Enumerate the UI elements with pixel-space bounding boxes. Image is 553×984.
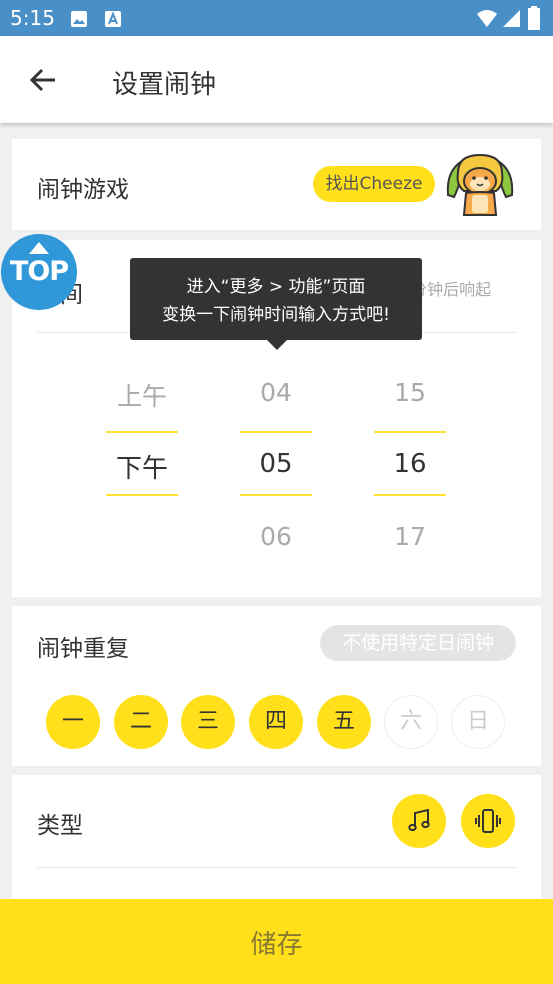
save-label: 储存 — [250, 930, 303, 960]
picker-line — [374, 431, 446, 433]
day-toggle-tue[interactable]: 二 — [114, 695, 168, 749]
day-toggle-sat[interactable]: 六 — [384, 695, 438, 749]
app-bar: 设置闹钟 — [0, 36, 553, 123]
back-arrow-icon[interactable] — [28, 65, 58, 95]
picker-hour-next[interactable]: 06 — [240, 522, 312, 551]
picker-minute-selected[interactable]: 16 — [374, 449, 446, 479]
vibrate-type-button[interactable] — [461, 794, 515, 848]
scroll-top-button[interactable]: TOP — [1, 234, 77, 310]
text-icon — [105, 11, 121, 27]
tooltip-line-1: 进入“更多 > 功能”页面 — [186, 277, 366, 297]
picker-minute-prev[interactable]: 15 — [374, 378, 446, 407]
signal-icon — [503, 10, 520, 27]
image-icon — [71, 11, 87, 27]
picker-line — [106, 431, 178, 433]
find-cheeze-button[interactable]: 找出Cheeze — [313, 166, 435, 202]
save-button[interactable]: 储存 — [0, 899, 553, 984]
cheeze-mascot-icon — [446, 153, 514, 216]
day-toggle-thu[interactable]: 四 — [249, 695, 303, 749]
no-specific-day-button[interactable]: 不使用特定日闹钟 — [320, 625, 516, 661]
day-toggle-sun[interactable]: 日 — [451, 695, 505, 749]
type-label: 类型 — [37, 813, 83, 839]
picker-am[interactable]: 上午 — [106, 377, 178, 413]
page-title: 设置闹钟 — [112, 70, 217, 100]
day-toggle-fri[interactable]: 五 — [317, 695, 371, 749]
sound-type-button[interactable] — [392, 794, 446, 848]
picker-line — [106, 494, 178, 496]
type-card: 类型 — [12, 775, 541, 905]
status-time: 5:15 — [10, 6, 55, 30]
repeat-card: 闹钟重复 不使用特定日闹钟 一 二 三 四 五 六 日 — [12, 606, 541, 766]
top-badge-label: TOP — [9, 256, 69, 287]
alarm-game-card[interactable]: 闹钟游戏 找出Cheeze — [12, 139, 541, 230]
alarm-game-label: 闹钟游戏 — [37, 177, 129, 203]
wifi-icon — [477, 10, 497, 27]
picker-line — [374, 494, 446, 496]
picker-line — [240, 431, 312, 433]
arrow-up-icon — [29, 242, 49, 254]
tooltip-line-2: 变换一下闹钟时间输入方式吧! — [162, 305, 390, 325]
picker-line — [240, 494, 312, 496]
day-toggle-wed[interactable]: 三 — [181, 695, 235, 749]
status-bar: 5:15 — [0, 0, 553, 36]
battery-icon — [528, 6, 540, 30]
vibrate-icon — [475, 809, 501, 833]
day-toggle-mon[interactable]: 一 — [46, 695, 100, 749]
picker-hour-selected[interactable]: 05 — [240, 449, 312, 479]
tooltip-arrow — [266, 339, 288, 350]
divider — [37, 867, 516, 868]
picker-minute-next[interactable]: 17 — [374, 522, 446, 551]
picker-hour-prev[interactable]: 04 — [240, 378, 312, 407]
picker-pm[interactable]: 下午 — [106, 448, 178, 485]
music-note-icon — [408, 808, 430, 832]
repeat-label: 闹钟重复 — [37, 636, 129, 662]
input-mode-tooltip[interactable]: 进入“更多 > 功能”页面 变换一下闹钟时间输入方式吧! — [130, 258, 422, 340]
